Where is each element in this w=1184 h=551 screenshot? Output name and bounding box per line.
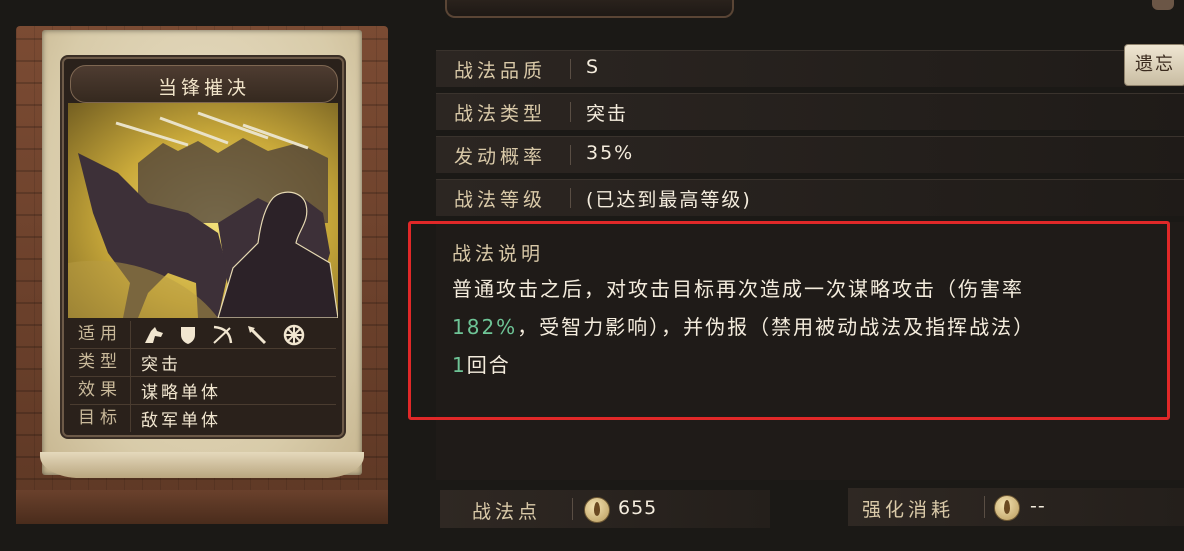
upgrade-cost-label: 强化消耗 (862, 499, 955, 521)
round-count: 1 (452, 353, 467, 377)
round-suffix: 回合 (466, 353, 511, 377)
forget-button[interactable]: 遗忘 (1124, 44, 1184, 86)
card-row-target: 目标 敌军单体 (70, 405, 336, 432)
card-row-effect: 效果 谋略单体 (70, 377, 336, 405)
tactic-level-label: 战法等级 (454, 189, 547, 211)
upgrade-cost-bar: 强化消耗 -- (848, 488, 1184, 526)
divider (570, 188, 571, 208)
wheel-icon (283, 324, 305, 345)
effect-value: 谋略单体 (141, 383, 221, 403)
parchment-roll (40, 452, 364, 478)
tactic-point-icon (584, 497, 610, 523)
description-title: 战法说明 (452, 243, 545, 265)
quality-row: 战法品质 S (436, 50, 1184, 87)
cavalry-icon (145, 326, 163, 343)
divider (572, 498, 573, 520)
card-artwork (68, 103, 338, 318)
tactic-card[interactable]: 当锋摧决 适用 类型 突击 效果 谋略单体 目标 敌军单体 (62, 57, 344, 437)
top-tab (445, 0, 734, 18)
tactic-points-bar: 战法点 655 (440, 490, 770, 528)
tactic-points-label: 战法点 (472, 501, 542, 523)
divider (570, 59, 571, 79)
trigger-rate-value: 35% (586, 142, 635, 164)
description-line1: 普通攻击之后，对攻击目标再次造成一次谋略攻击（伤害率 (452, 277, 1024, 301)
divider (570, 102, 571, 122)
type-value: 突击 (141, 355, 181, 375)
description-line2: ，受智力影响），并伪报（禁用被动战法及指挥战法） (517, 315, 1036, 339)
tactic-level-value: (已达到最高等级) (586, 189, 752, 211)
tactic-point-icon (994, 495, 1020, 521)
bow-icon (213, 325, 233, 344)
wood-base (16, 490, 388, 524)
quality-value: S (586, 56, 601, 78)
type-row: 战法类型 突击 (436, 93, 1184, 130)
card-title-bar: 当锋摧决 (70, 65, 338, 103)
applicable-icons (131, 324, 305, 346)
type-label: 类型 (70, 349, 131, 376)
card-attributes: 适用 类型 突击 效果 谋略单体 目标 敌军单体 (70, 321, 336, 432)
spear-icon (248, 325, 267, 344)
top-right-ornament (1152, 0, 1174, 10)
target-label: 目标 (70, 405, 131, 432)
card-title: 当锋摧决 (157, 77, 250, 99)
trigger-rate-label: 发动概率 (454, 146, 547, 168)
divider (984, 496, 985, 518)
rate-row: 发动概率 35% (436, 136, 1184, 173)
card-row-type: 类型 突击 (70, 349, 336, 377)
applicable-label: 适用 (70, 321, 131, 348)
effect-label: 效果 (70, 377, 131, 404)
target-value: 敌军单体 (141, 411, 221, 431)
quality-label: 战法品质 (454, 60, 547, 82)
shield-icon (181, 326, 195, 344)
damage-rate: 182% (452, 315, 518, 339)
card-row-applicable: 适用 (70, 321, 336, 349)
tactic-type-label: 战法类型 (454, 103, 547, 125)
level-row: 战法等级 (已达到最高等级) (436, 179, 1184, 216)
description-text: 普通攻击之后，对攻击目标再次造成一次谋略攻击（伤害率 182%，受智力影响），并伪… (452, 270, 1172, 384)
tactic-points-value: 655 (618, 497, 658, 519)
divider (570, 145, 571, 165)
tactic-type-value: 突击 (586, 103, 629, 125)
upgrade-cost-value: -- (1030, 495, 1046, 517)
